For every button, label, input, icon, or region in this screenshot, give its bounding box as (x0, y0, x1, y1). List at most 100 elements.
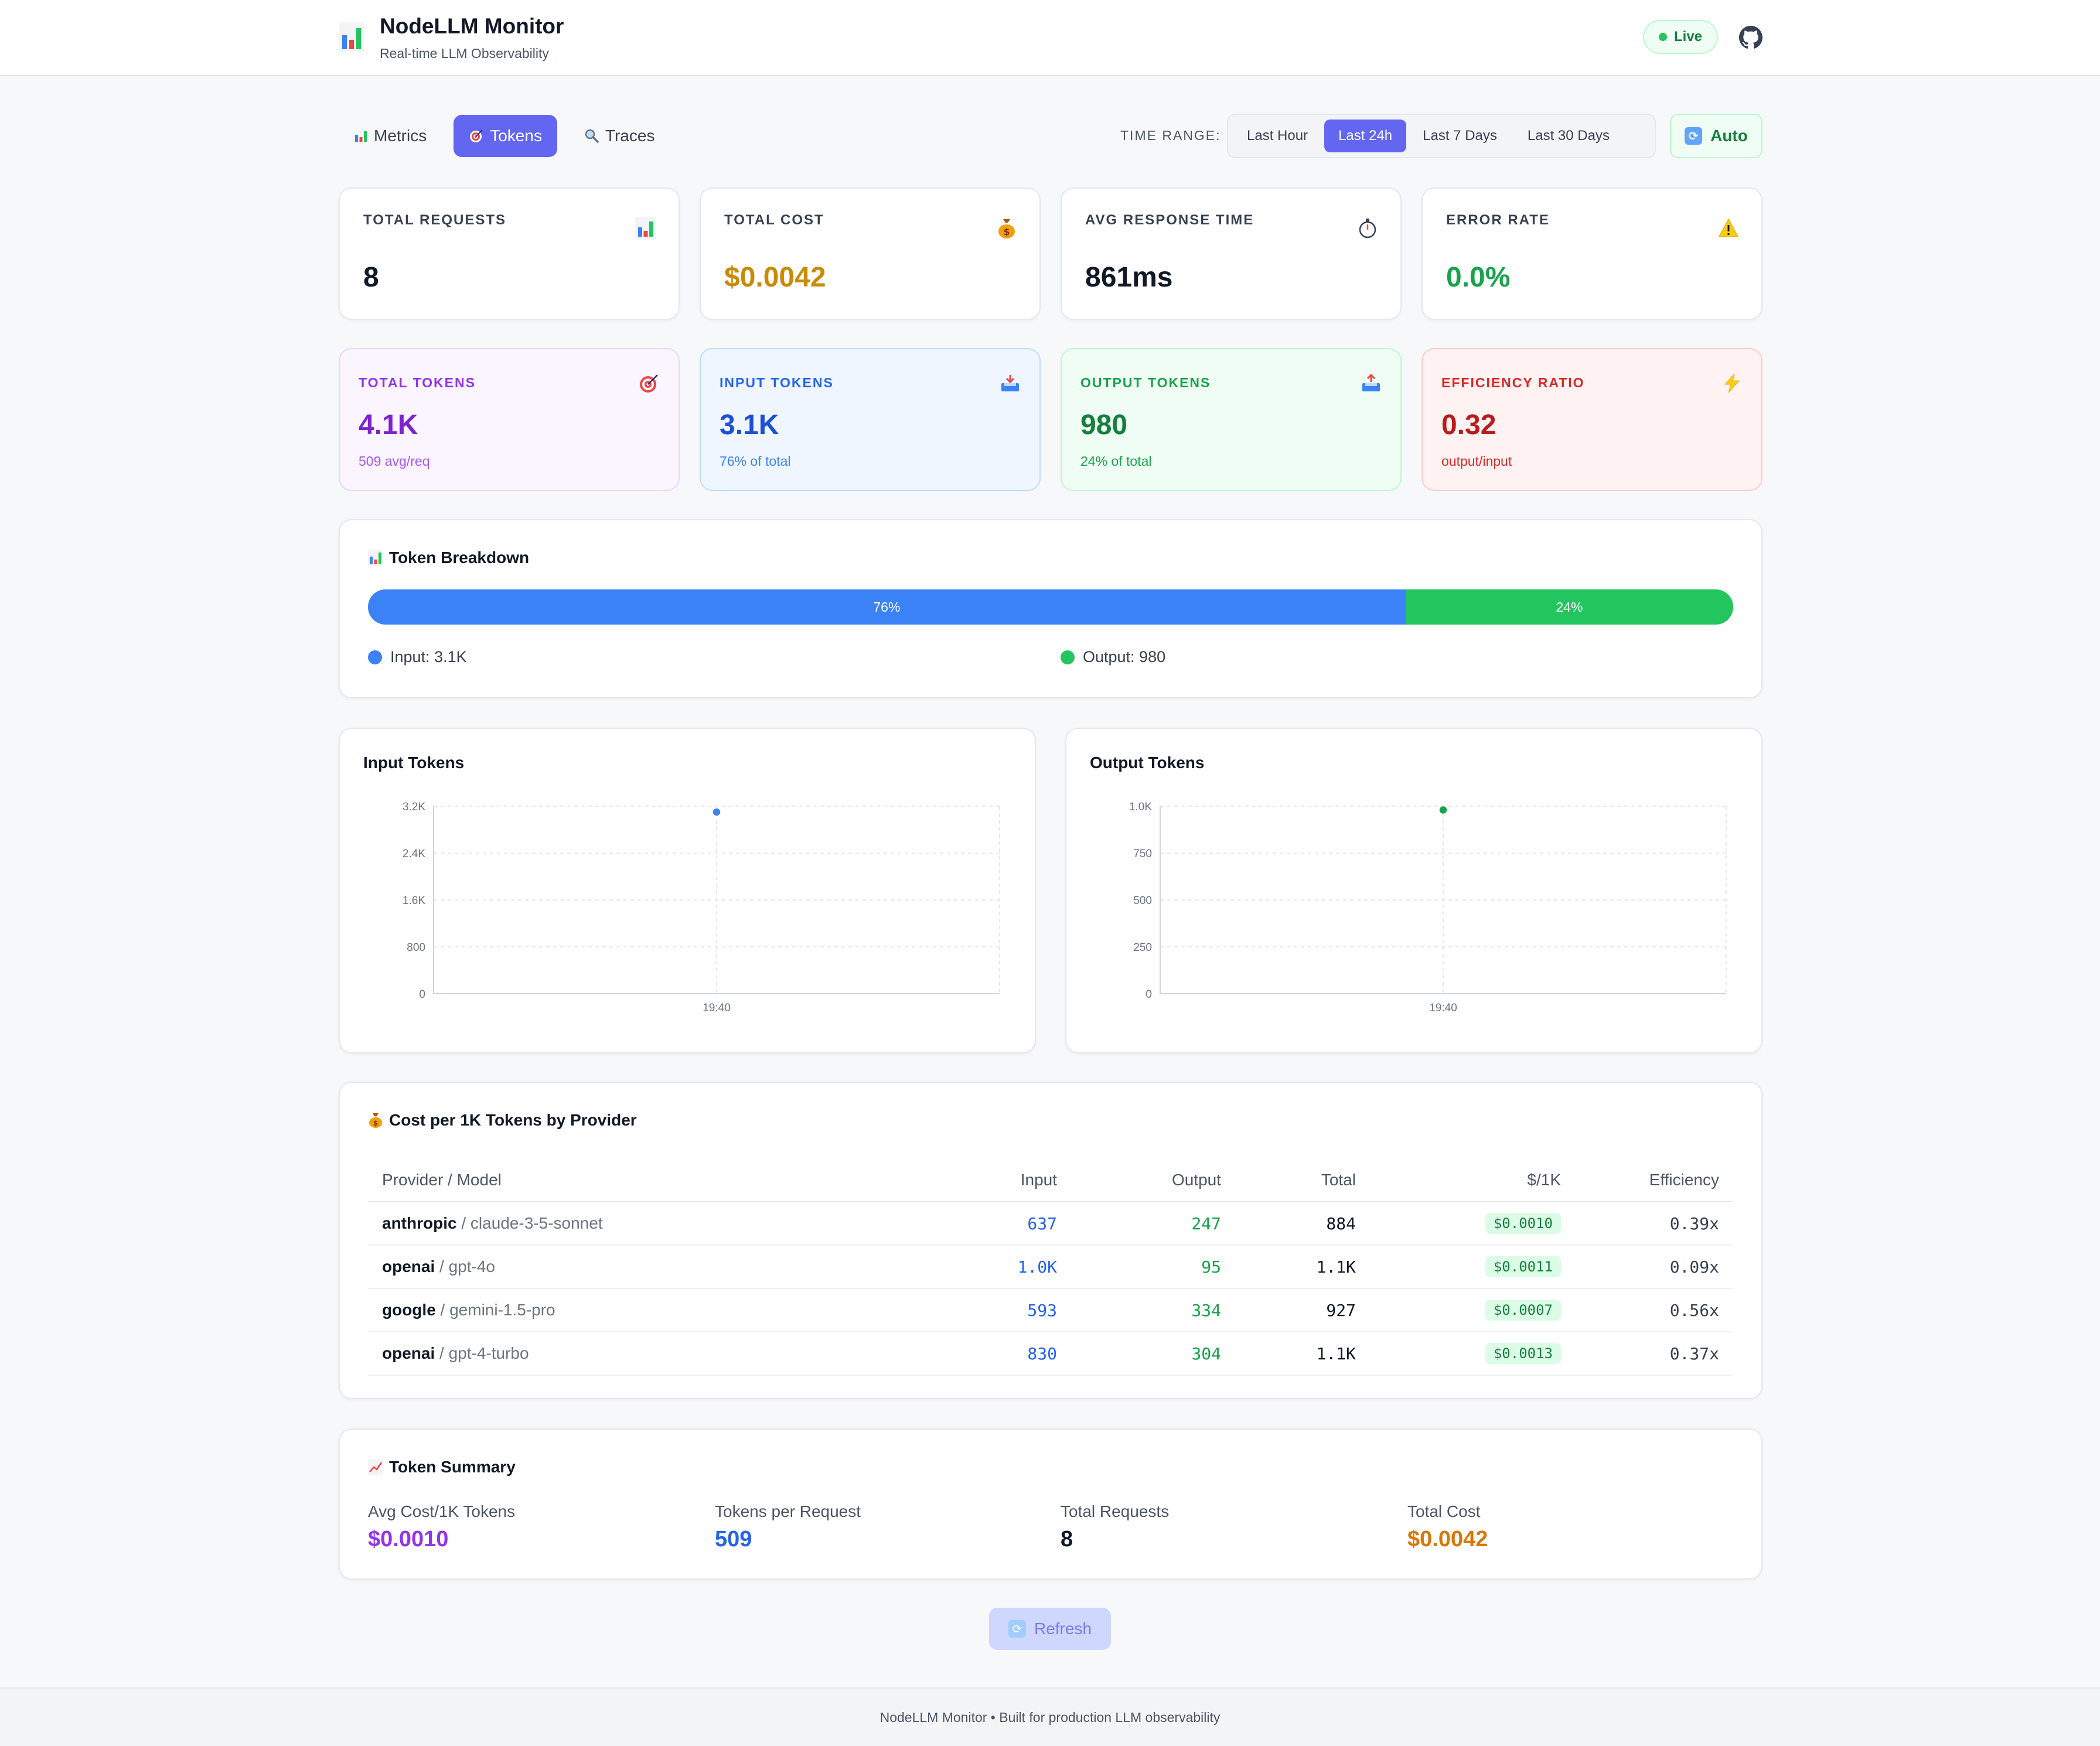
input-legend-dot (368, 650, 382, 664)
bar-chart-icon (635, 217, 656, 239)
efficiency-cell: 0.56x (1575, 1288, 1733, 1332)
target-icon (640, 374, 658, 393)
summary-title-text: Token Summary (389, 1458, 516, 1476)
time-range-selector: Last Hour Last 24h Last 7 Days Last 30 D… (1227, 114, 1656, 158)
data-point (1438, 805, 1448, 815)
input-legend-label: Input: 3.1K (390, 648, 467, 666)
refresh-label: Refresh (1034, 1619, 1092, 1638)
sync-icon: ⟳ (1685, 127, 1703, 145)
table-row: openai / gpt-4o 1.0K 95 1.1K $0.0011 0.0… (368, 1245, 1733, 1289)
y-tick-label: 0 (1146, 988, 1152, 1001)
tab-label: Tokens (490, 127, 542, 145)
table-row: google / gemini-1.5-pro 593 334 927 $0.0… (368, 1288, 1733, 1332)
bar-chart-icon (339, 22, 364, 52)
svg-text:$: $ (373, 1119, 378, 1127)
stat-card-error-rate: ERROR RATE 0.0% (1421, 187, 1762, 320)
total-cell: 1.1K (1235, 1245, 1370, 1289)
app-title: NodeLLM Monitor (380, 14, 564, 38)
col-header-provider: Provider / Model (368, 1159, 895, 1202)
token-card-sub: 76% of total (720, 453, 791, 469)
tab-tokens[interactable]: Tokens (454, 115, 557, 157)
auto-refresh-toggle[interactable]: ⟳ Auto (1670, 114, 1762, 158)
output-cell: 95 (1071, 1245, 1235, 1289)
cost-table: Provider / Model Input Output Total $/1K… (368, 1159, 1733, 1376)
money-bag-icon: $ (998, 219, 1015, 238)
summary-label: Total Requests (1061, 1502, 1170, 1520)
table-header-row: Provider / Model Input Output Total $/1K… (368, 1159, 1733, 1202)
app-header: NodeLLM Monitor Real-time LLM Observabil… (0, 0, 2100, 76)
token-card-value: 980 (1080, 410, 1128, 441)
svg-text:$: $ (1003, 226, 1010, 237)
lightning-icon (1724, 373, 1740, 393)
token-card-sub: 24% of total (1080, 453, 1152, 469)
cost-badge: $0.0013 (1485, 1343, 1561, 1364)
token-card-label: EFFICIENCY RATIO (1441, 375, 1585, 390)
time-range-last-24h[interactable]: Last 24h (1324, 120, 1407, 152)
total-cell: 1.1K (1235, 1332, 1370, 1376)
y-tick-label: 250 (1133, 942, 1152, 954)
warning-icon (1719, 219, 1738, 237)
money-bag-icon: $ (369, 1113, 382, 1128)
output-cell: 304 (1071, 1332, 1235, 1376)
token-card-value: 4.1K (359, 410, 418, 441)
token-card-value: 3.1K (720, 410, 779, 441)
cost-badge: $0.0007 (1485, 1300, 1561, 1321)
refresh-button[interactable]: ⟳ Refresh (989, 1608, 1111, 1650)
tab-label: Traces (605, 127, 655, 145)
cost-badge: $0.0010 (1485, 1213, 1561, 1234)
stat-label: TOTAL COST (724, 212, 824, 228)
y-tick-label: 0 (419, 988, 425, 1001)
live-dot-icon (1658, 33, 1667, 41)
time-range-last-hour[interactable]: Last Hour (1233, 120, 1322, 152)
x-tick-label: 19:40 (703, 1002, 731, 1014)
output-cell: 334 (1071, 1288, 1235, 1332)
stat-card-total-requests: TOTAL REQUESTS 8 (339, 187, 680, 320)
tab-traces[interactable]: Traces (569, 115, 670, 157)
summary-title: Token Summary (368, 1458, 516, 1476)
token-card-input: INPUT TOKENS 3.1K 76% of total (700, 348, 1041, 491)
stat-value: $0.0042 (724, 262, 826, 293)
y-tick-label: 750 (1133, 848, 1152, 860)
summary-value: $0.0042 (1407, 1527, 1488, 1551)
summary-label: Tokens per Request (715, 1502, 861, 1520)
input-tokens-chart-panel: Input Tokens 0 800 1.6K 2.4K 3.2K 19:40 (339, 728, 1036, 1053)
stat-card-total-cost: TOTAL COST $0.0042 $ (700, 187, 1041, 320)
inbox-icon (1001, 375, 1019, 391)
time-range-last-7-days[interactable]: Last 7 Days (1409, 120, 1511, 152)
y-tick-label: 2.4K (403, 848, 425, 860)
stat-card-avg-response-time: AVG RESPONSE TIME 861ms (1061, 187, 1402, 320)
tab-label: Metrics (374, 127, 427, 145)
stat-label: AVG RESPONSE TIME (1085, 212, 1254, 228)
time-range-last-30-days[interactable]: Last 30 Days (1513, 120, 1624, 152)
table-row: openai / gpt-4-turbo 830 304 1.1K $0.001… (368, 1332, 1733, 1376)
stat-value: 861ms (1085, 262, 1173, 293)
summary-value: 8 (1061, 1527, 1073, 1551)
token-card-label: OUTPUT TOKENS (1080, 375, 1211, 390)
provider-name: openai (382, 1257, 435, 1276)
y-tick-label: 1.0K (1129, 801, 1152, 813)
outbox-icon (1362, 373, 1380, 391)
token-split-bar: 76% 24% (368, 589, 1733, 625)
tab-metrics[interactable]: Metrics (339, 115, 442, 157)
y-tick-label: 3.2K (403, 801, 425, 813)
summary-label: Avg Cost/1K Tokens (368, 1502, 516, 1520)
live-status-badge: Live (1643, 20, 1718, 54)
token-card-sub: 509 avg/req (359, 453, 430, 469)
summary-value: 509 (715, 1527, 752, 1551)
summary-value: $0.0010 (368, 1527, 449, 1551)
token-card-label: TOTAL TOKENS (359, 375, 476, 390)
efficiency-cell: 0.09x (1575, 1245, 1733, 1289)
stat-label: ERROR RATE (1446, 212, 1550, 228)
efficiency-cell: 0.39x (1575, 1202, 1733, 1246)
input-cell: 830 (895, 1332, 1071, 1376)
footer: NodeLLM Monitor • Built for production L… (0, 1687, 2100, 1746)
col-header-input: Input (895, 1159, 1071, 1202)
stat-value: 0.0% (1446, 262, 1511, 293)
live-label: Live (1673, 29, 1703, 45)
y-tick-label: 1.6K (403, 895, 425, 907)
breakdown-title-text: Token Breakdown (389, 548, 530, 567)
output-cell: 247 (1071, 1202, 1235, 1246)
provider-name: openai (382, 1344, 435, 1362)
token-card-total: TOTAL TOKENS 4.1K 509 avg/req (339, 348, 680, 491)
github-icon[interactable] (1739, 26, 1762, 49)
